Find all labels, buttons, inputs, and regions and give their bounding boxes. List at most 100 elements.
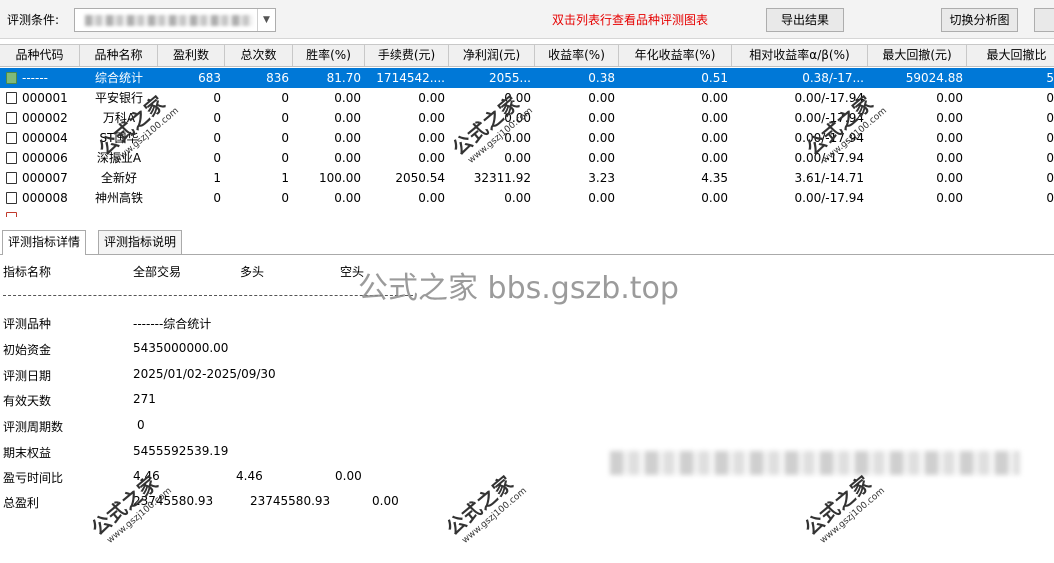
cell-dd: 0.00	[936, 151, 963, 165]
detail-label: 评测日期	[3, 369, 52, 383]
table-row[interactable]: 000007 全新好 1 1 100.00 2050.54 32311.92 3…	[0, 168, 1054, 188]
cell-net: 0.00	[504, 111, 531, 125]
cell-ret: 0.38	[588, 71, 615, 85]
cell-fee: 0.00	[418, 111, 445, 125]
cell-ddr: 0	[1046, 91, 1054, 105]
cell-winrate: 0.00	[334, 91, 361, 105]
detail-value: 2025/01/02-2025/09/30	[133, 367, 276, 381]
divider	[3, 295, 413, 296]
cell-alpha: 3.61/-14.71	[794, 171, 864, 185]
cell-alpha: 0.00/-17.94	[794, 151, 864, 165]
col-header[interactable]: 胜率(%)	[293, 45, 365, 66]
cell-winrate: 100.00	[319, 171, 361, 185]
col-header[interactable]: 品种代码	[0, 45, 80, 66]
chevron-down-icon[interactable]: ▼	[257, 9, 275, 31]
detail-value: 23745580.93	[250, 494, 331, 508]
col-header[interactable]: 最大回撤(元)	[868, 45, 967, 66]
cell-total: 0	[281, 91, 289, 105]
col-header[interactable]: 相对收益率α/β(%)	[732, 45, 868, 66]
export-button[interactable]: 导出结果	[766, 8, 844, 32]
cell-ddr: 0	[1046, 111, 1054, 125]
results-table[interactable]: 品种代码 品种名称 盈利数 总次数 胜率(%) 手续费(元) 净利润(元) 收益…	[0, 44, 1054, 217]
cell-annual: 0.00	[701, 151, 728, 165]
cell-ret: 0.00	[588, 91, 615, 105]
detail-value: 0	[137, 418, 145, 432]
cell-alpha: 0.00/-17.94	[794, 111, 864, 125]
table-row[interactable]: ------ 综合统计 683 836 81.70 1714542.... 20…	[0, 68, 1054, 88]
col-header[interactable]: 总次数	[225, 45, 293, 66]
detail-value: 4.46	[236, 469, 263, 483]
cell-ddr: 0	[1046, 151, 1054, 165]
detail-label: 评测品种	[3, 317, 52, 331]
cell-net: 2055...	[489, 71, 531, 85]
tab-indicator-details[interactable]: 评测指标详情	[2, 230, 87, 255]
col-header[interactable]: 盈利数	[158, 45, 225, 66]
cell-dd: 0.00	[936, 111, 963, 125]
detail-header: 多头	[240, 265, 265, 279]
cell-winrate: 0.00	[334, 151, 361, 165]
col-header[interactable]: 品种名称	[80, 45, 158, 66]
cell-dd: 59024.88	[905, 71, 963, 85]
detail-label: 评测周期数	[3, 420, 64, 434]
col-header[interactable]: 最大回撤比	[967, 45, 1054, 66]
col-header[interactable]: 收益率(%)	[535, 45, 619, 66]
detail-value: 271	[133, 392, 156, 406]
cell-total: 0	[281, 191, 289, 205]
cell-dd: 0.00	[936, 191, 963, 205]
detail-label: 期末权益	[3, 446, 52, 460]
detail-tabs: 评测指标详情 评测指标说明	[0, 229, 1054, 255]
cell-dd: 0.00	[936, 91, 963, 105]
table-row[interactable]: 000002 万科A 0 0 0.00 0.00 0.00 0.00 0.00 …	[0, 108, 1054, 128]
cell-profit: 0	[213, 191, 221, 205]
redacted-strip	[610, 451, 1020, 475]
cell-profit: 1	[213, 171, 221, 185]
cell-dd: 0.00	[936, 171, 963, 185]
detail-label: 盈亏时间比	[3, 471, 64, 485]
cell-total: 0	[281, 111, 289, 125]
extra-button[interactable]	[1034, 8, 1054, 32]
cell-alpha: 0.00/-17.94	[794, 191, 864, 205]
detail-label: 初始资金	[3, 343, 52, 357]
cell-annual: 0.00	[701, 191, 728, 205]
cell-name: 神州高铁	[94, 191, 143, 205]
table-row-partial[interactable]	[0, 208, 1054, 217]
cell-net: 0.00	[504, 191, 531, 205]
cell-name: 万科A	[102, 111, 136, 125]
switch-chart-button[interactable]: 切换分析图	[941, 8, 1018, 32]
hint-text: 双击列表行查看品种评测图表	[552, 13, 709, 27]
cell-annual: 0.00	[701, 111, 728, 125]
cell-annual: 4.35	[701, 171, 728, 185]
cell-profit: 683	[198, 71, 221, 85]
detail-value: 4.46	[133, 469, 160, 483]
cell-code: 000008	[22, 191, 68, 205]
table-row[interactable]: 000006 深振业A 0 0 0.00 0.00 0.00 0.00 0.00…	[0, 148, 1054, 168]
cell-annual: 0.00	[701, 91, 728, 105]
cell-net: 0.00	[504, 151, 531, 165]
cell-name: 平安银行	[94, 91, 143, 105]
watermark-text: 公式之家 bbs.gszb.top	[358, 271, 679, 306]
stock-icon	[6, 212, 17, 217]
cell-fee: 0.00	[418, 91, 445, 105]
detail-header: 指标名称	[3, 265, 52, 279]
cell-profit: 0	[213, 111, 221, 125]
detail-label: 总盈利	[3, 496, 40, 510]
col-header[interactable]: 年化收益率(%)	[619, 45, 732, 66]
cell-ret: 0.00	[588, 191, 615, 205]
col-header[interactable]: 净利润(元)	[449, 45, 535, 66]
cell-name: ST国华	[99, 131, 139, 145]
col-header[interactable]: 手续费(元)	[365, 45, 449, 66]
cell-ddr: 0	[1046, 131, 1054, 145]
detail-value: 5455592539.19	[133, 444, 229, 458]
cell-ddr: 0	[1046, 191, 1054, 205]
cell-ret: 0.00	[588, 131, 615, 145]
condition-dropdown[interactable]: ▼	[74, 8, 276, 32]
tab-indicator-description[interactable]: 评测指标说明	[98, 230, 183, 254]
cell-fee: 0.00	[418, 191, 445, 205]
detail-value: 5435000000.00	[133, 341, 229, 355]
table-row[interactable]: 000008 神州高铁 0 0 0.00 0.00 0.00 0.00 0.00…	[0, 188, 1054, 208]
condition-label: 评测条件:	[7, 13, 60, 27]
cell-total: 0	[281, 131, 289, 145]
table-row[interactable]: 000004 ST国华 0 0 0.00 0.00 0.00 0.00 0.00…	[0, 128, 1054, 148]
cell-ddr: 5	[1046, 71, 1054, 85]
table-row[interactable]: 000001 平安银行 0 0 0.00 0.00 0.00 0.00 0.00…	[0, 88, 1054, 108]
